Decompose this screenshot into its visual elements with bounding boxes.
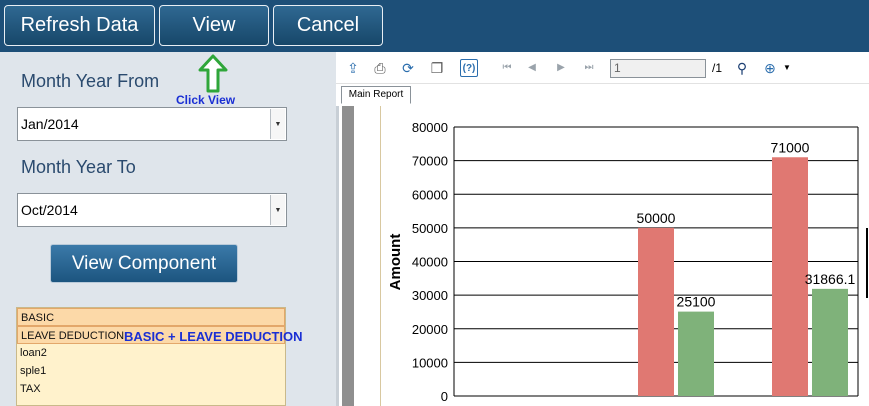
y-tick-label: 0 (441, 389, 448, 404)
bar (678, 311, 714, 396)
data-label: 31866.1 (805, 271, 856, 287)
month-year-from-label: Month Year From (21, 71, 160, 91)
y-tick-label: 80000 (412, 120, 448, 135)
top-toolbar: Refresh Data View Cancel (0, 0, 869, 52)
month-year-from-select[interactable]: Jan/2014 ▼ (17, 107, 287, 141)
chevron-down-icon[interactable]: ▼ (270, 109, 285, 139)
y-tick-label: 20000 (412, 322, 448, 337)
view-component-button[interactable]: View Component (50, 244, 238, 283)
y-tick-label: 40000 (412, 255, 448, 270)
amount-chart: 80000 70000 60000 50000 40000 30000 20000 10000… (387, 120, 859, 404)
y-tick-label: 30000 (412, 288, 448, 303)
component-listbox[interactable]: BASIC LEAVE DEDUCTION loan2 sple1 TAX (16, 307, 286, 406)
y-tick-label: 60000 (412, 187, 448, 202)
list-item[interactable]: BASIC (17, 308, 285, 326)
view-button[interactable]: View (159, 5, 269, 46)
data-label: 71000 (771, 139, 810, 155)
component-annotation: BASIC + LEAVE DEDUCTION (124, 329, 303, 344)
list-item[interactable]: TAX (17, 380, 285, 398)
y-tick-label: 70000 (412, 154, 448, 169)
bar (772, 157, 808, 396)
bar (812, 288, 848, 396)
data-label: 50000 (637, 210, 676, 226)
month-year-from-value: Jan/2014 (21, 116, 79, 132)
y-axis-label: Amount (387, 234, 404, 291)
up-arrow-icon (198, 54, 228, 93)
y-tick-label: 50000 (412, 221, 448, 236)
month-year-to-value: Oct/2014 (21, 202, 78, 218)
refresh-data-button[interactable]: Refresh Data (4, 5, 155, 46)
report-viewer: ⇪ ⎙ ⟳ ❐ (?) ⏮ ◀ ▶ ⏭ 1 /1 ⚲ ⊕ ▼ Main Repo… (336, 52, 869, 406)
chevron-down-icon[interactable]: ▼ (270, 195, 285, 225)
data-label: 25100 (677, 294, 716, 310)
y-tick-label: 10000 (412, 355, 448, 370)
list-item[interactable]: loan2 (17, 344, 285, 362)
month-year-to-label: Month Year To (21, 157, 136, 177)
cancel-button[interactable]: Cancel (273, 5, 383, 46)
bar (638, 227, 674, 396)
click-view-annotation: Click View (176, 93, 236, 107)
list-item[interactable]: sple1 (17, 362, 285, 380)
month-year-to-select[interactable]: Oct/2014 ▼ (17, 193, 287, 227)
